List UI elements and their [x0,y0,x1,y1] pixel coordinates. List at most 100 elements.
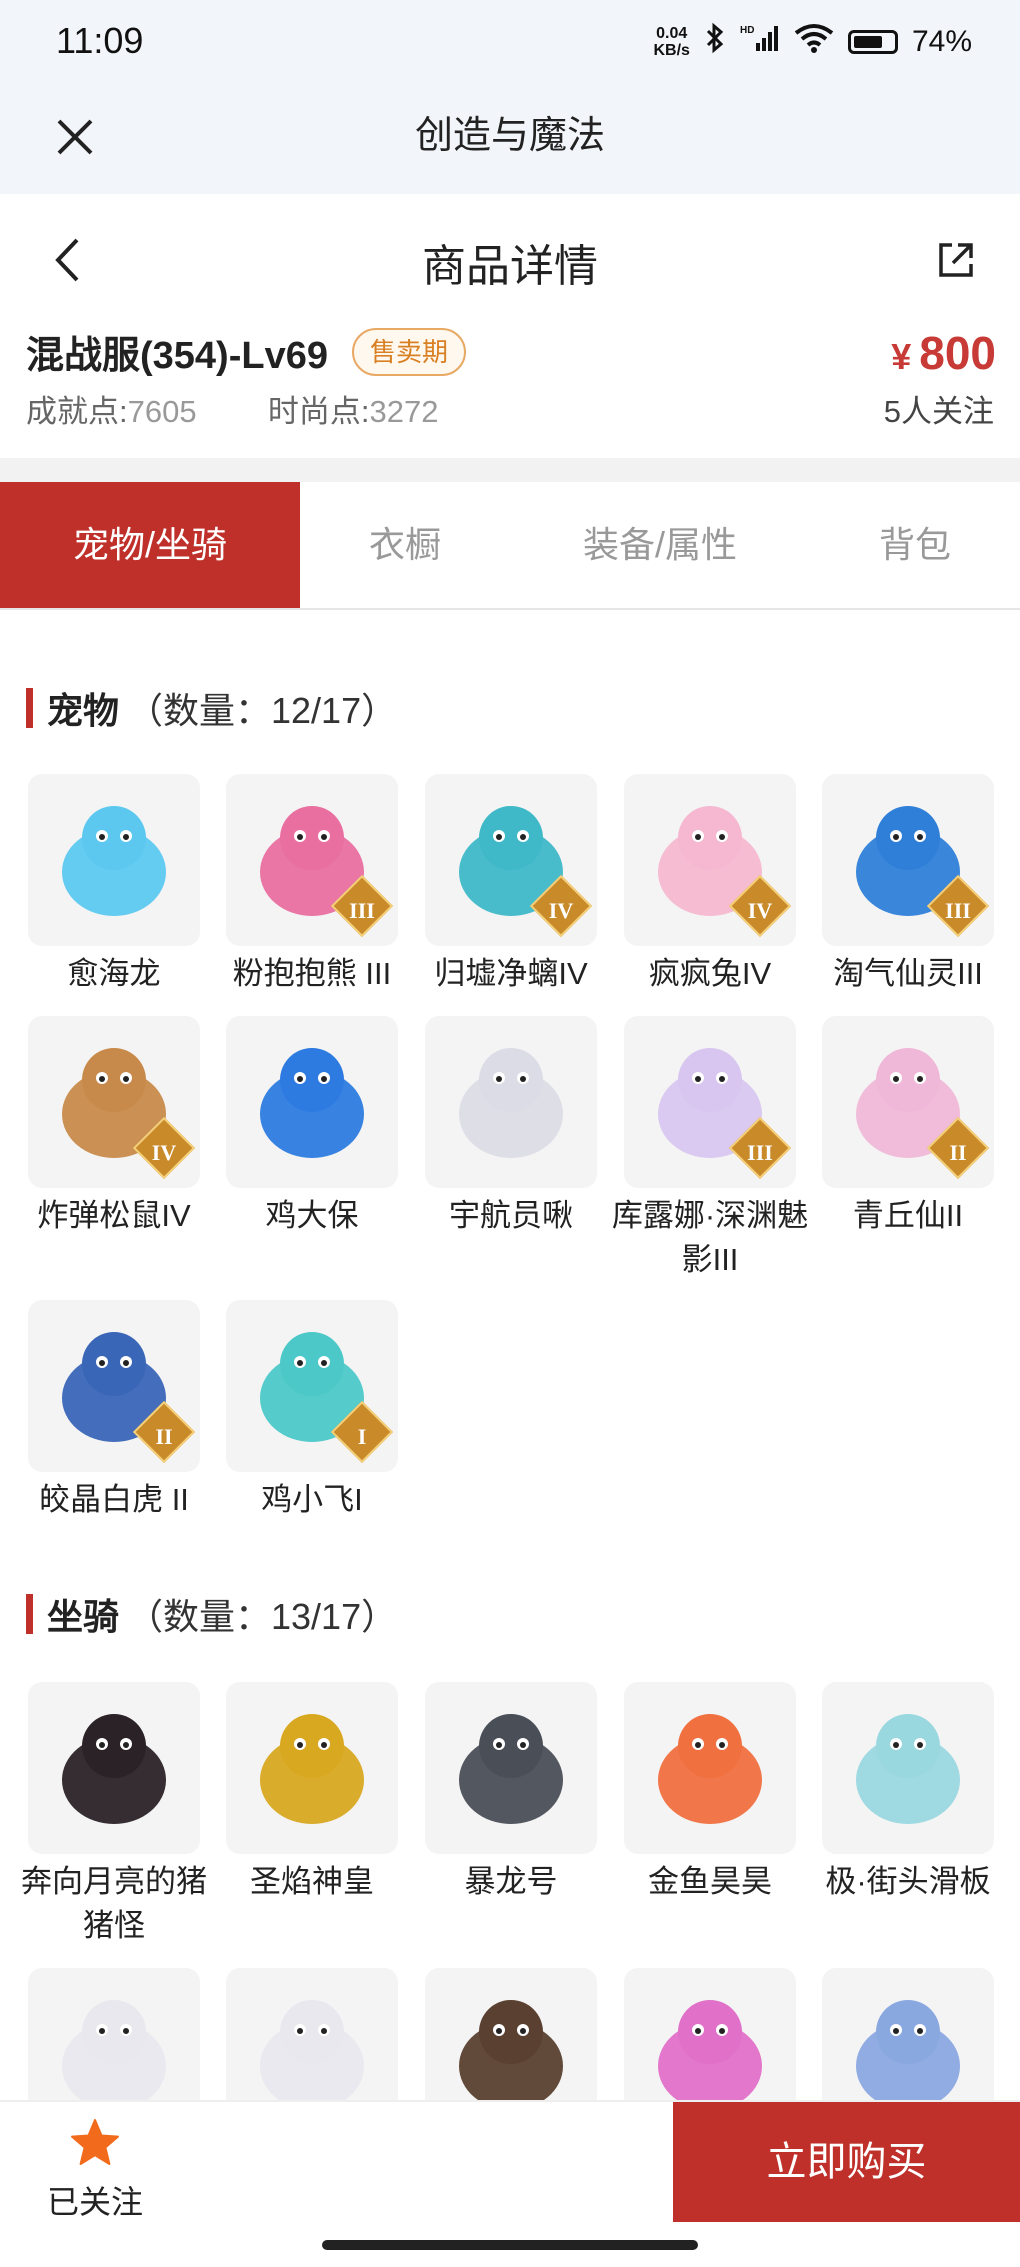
mounts-section-title: 坐骑 （数量：13/17） [26,1588,397,1640]
item-name: 淘气仙灵III [833,956,983,991]
buy-now-button[interactable]: 立即购买 [673,2102,1020,2222]
tab-backpack[interactable]: 背包 [830,482,1000,608]
nav-bar: 商品详情 [0,194,1020,324]
section-marker [26,688,33,728]
star-icon [71,2119,119,2165]
fashion-value: 3272 [369,394,439,429]
follow-button[interactable]: 已关注 [40,2118,150,2223]
pets-count: （数量：12/17） [127,690,398,731]
section-marker [26,1594,33,1634]
item-thumbnail [425,1016,597,1188]
list-item[interactable]: 暴龙号 [425,1682,601,1904]
item-thumbnail: II [28,1300,200,1472]
item-name: 鸡小飞I [261,1482,363,1517]
price-symbol: ¥ [891,336,912,377]
item-thumbnail [226,1682,398,1854]
item-name: 奔向月亮的猪猪怪 [21,1864,207,1943]
pets-section-title: 宠物 （数量：12/17） [26,682,397,734]
list-item[interactable]: III 粉抱抱熊 III [226,774,402,996]
item-name: 青丘仙II [852,1198,964,1233]
item-thumbnail [624,1682,796,1854]
list-item[interactable]: 愈海龙 [28,774,204,996]
rank-label: III [349,898,375,923]
list-item[interactable]: 奔向月亮的猪猪怪 [21,1682,207,1948]
item-thumbnail: IV [624,774,796,946]
app-bar: 创造与魔法 [0,84,1020,194]
list-item[interactable]: IV 炸弹松鼠IV [28,1016,204,1238]
share-button[interactable] [926,230,986,290]
price: ¥800 [891,326,996,380]
rank-label: IV [747,898,773,923]
section-divider [0,458,1020,482]
wifi-icon [794,23,834,61]
list-item[interactable]: 鸡大保 [226,1016,402,1238]
achievement-value: 7605 [127,394,197,429]
item-thumbnail: III [822,774,994,946]
follower-count: 5人关注 [883,394,994,429]
mech-icon [459,1714,563,1824]
pig-icon [62,1714,166,1824]
list-item[interactable]: I 鸡小飞I [226,1300,402,1522]
network-speed-value: 0.04 [656,25,688,42]
home-indicator [322,2240,698,2250]
tab-equipment[interactable]: 装备/属性 [530,482,790,608]
price-value: 800 [919,327,996,379]
cellular-signal-icon: HD [740,23,780,61]
item-name: 暴龙号 [464,1864,558,1899]
bluetooth-icon [704,22,726,62]
mounts-title: 坐骑 [47,1596,120,1637]
list-item[interactable]: IV 疯疯兔IV [624,774,800,996]
item-name: 库露娜·深渊魅影III [611,1198,809,1277]
account-stats: 成就点:7605 时尚点:3272 [26,386,438,431]
svg-text:HD: HD [740,25,754,36]
list-item[interactable]: II 皎晶白虎 II [28,1300,204,1522]
item-thumbnail: IV [425,774,597,946]
item-thumbnail: IV [28,1016,200,1188]
status-time: 11:09 [56,20,144,61]
blue-chicken-icon [260,1048,364,1158]
status-bar: 11:09 0.04 KB/s HD 74% [0,0,1020,84]
item-name: 金鱼昊昊 [648,1864,772,1899]
goldfish-icon [658,1714,762,1824]
network-speed-unit: KB/s [653,42,690,59]
tab-bar: 宠物/坐骑 衣橱 装备/属性 背包 [0,482,1020,610]
listing-info: 混战服(354)-Lv69 售卖期 ¥800 成就点:7605 时尚点:3272… [0,324,1020,458]
item-name: 疯疯兔IV [648,956,772,991]
rank-label: I [357,1424,367,1449]
item-name: 愈海龙 [67,956,161,991]
rank-label: IV [151,1140,177,1165]
list-item[interactable]: III 库露娜·深渊魅影III [612,1016,808,1282]
share-icon [939,243,973,277]
list-item[interactable]: 宇航员啾 [425,1016,601,1238]
list-item[interactable]: 金鱼昊昊 [624,1682,800,1904]
item-thumbnail: II [822,1016,994,1188]
item-name: 宇航员啾 [449,1198,573,1233]
item-name: 鸡大保 [265,1198,359,1233]
pets-title: 宠物 [47,690,120,731]
item-thumbnail: III [226,774,398,946]
list-item[interactable]: 极·街头滑板 [822,1682,998,1904]
battery-icon [847,30,898,54]
list-item[interactable]: III 淘气仙灵III [822,774,998,996]
status-badge: 售卖期 [352,328,467,376]
list-item[interactable]: IV 归墟净螭IV [425,774,601,996]
item-name: 粉抱抱熊 III [232,956,392,991]
item-thumbnail [28,1682,200,1854]
item-thumbnail [822,1682,994,1854]
fashion-label: 时尚点: [267,394,370,429]
battery-percent: 74% [911,25,972,58]
item-thumbnail [425,1682,597,1854]
achievement-label: 成就点: [26,394,128,429]
golden-phoenix-icon [260,1714,364,1824]
item-thumbnail: I [226,1300,398,1472]
tab-wardrobe[interactable]: 衣橱 [300,482,510,608]
follow-label: 已关注 [46,2184,143,2220]
ice-dragon-icon [62,806,166,916]
item-thumbnail [226,1016,398,1188]
item-name: 炸弹松鼠IV [37,1198,191,1233]
item-thumbnail [28,774,200,946]
list-item[interactable]: 圣焰神皇 [226,1682,402,1904]
list-item[interactable]: II 青丘仙II [822,1016,998,1238]
mounts-count: （数量：13/17） [127,1596,398,1637]
tab-pets-mounts[interactable]: 宠物/坐骑 [0,482,300,608]
